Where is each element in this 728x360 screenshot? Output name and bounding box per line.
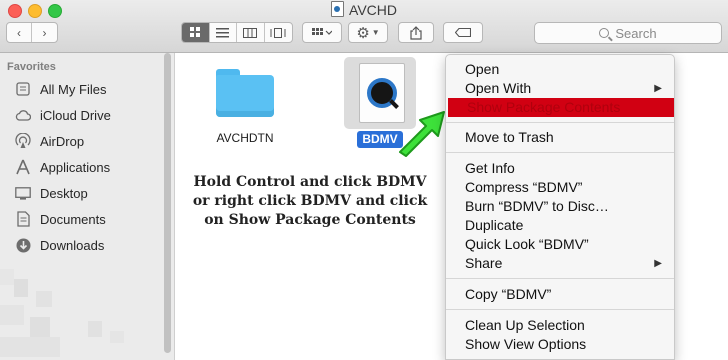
submenu-arrow-icon: ▶ [654,83,662,94]
menu-item-move-to-trash[interactable]: Move to Trash [446,128,674,147]
obscured-area [0,337,60,357]
arrange-button[interactable] [302,22,342,43]
menu-item-open[interactable]: Open [446,60,674,79]
obscured-area [0,305,24,325]
search-icon [599,28,610,38]
obscured-area [88,321,102,337]
instruction-line: Hold Control and click BDMV [193,174,427,190]
sidebar-item-label: Applications [40,159,111,175]
submenu-arrow-icon: ▶ [654,258,662,269]
obscured-area [30,317,50,337]
menu-item-copy[interactable]: Copy “BDMV” [446,285,674,304]
obscured-area [36,291,52,307]
chevron-down-icon: ▼ [371,28,380,37]
all-files-icon [15,81,31,97]
sidebar-item-all-my-files[interactable]: All My Files [0,77,160,101]
sidebar-scrollbar[interactable] [164,53,171,360]
sidebar-item-icloud-drive[interactable]: iCloud Drive [0,103,160,127]
obscured-area [110,331,124,343]
share-button[interactable] [398,22,434,43]
menu-item-get-info[interactable]: Get Info [446,159,674,178]
window-toolbar: AVCHD ‹ › ⚙ ▼ Search [0,0,728,53]
desktop-icon [15,185,31,201]
sidebar-scrollbar-thumb[interactable] [164,53,171,353]
file-name-avchdtn[interactable]: AVCHDTN [203,131,287,145]
search-placeholder: Search [615,25,657,41]
sidebar-item-label: iCloud Drive [40,107,111,123]
documents-icon [15,211,31,227]
green-arrow-icon [399,111,445,157]
list-view-button[interactable] [210,23,237,42]
instruction-line: on Show Package Contents [204,212,416,228]
gear-icon: ⚙ [356,24,370,42]
menu-item-quick-look[interactable]: Quick Look “BDMV” [446,235,674,254]
menu-item-show-package-contents[interactable]: Show Package Contents [448,98,674,117]
instruction-text: Hold Control and click BDMV or right cli… [190,173,430,230]
icon-view-icon [189,27,200,37]
forward-button[interactable]: › [32,23,57,42]
cloud-icon [15,107,31,123]
back-button[interactable]: ‹ [7,23,33,42]
sidebar-item-label: AirDrop [40,133,85,149]
view-mode-segment [181,22,293,43]
folder-icon[interactable] [216,69,274,117]
menu-separator [446,278,674,279]
sidebar-section-favorites: Favorites [7,61,56,73]
menu-item-open-with[interactable]: Open With ▶ [446,79,674,98]
sidebar-item-desktop[interactable]: Desktop [0,181,160,205]
cover-flow-view-button[interactable] [265,23,292,42]
share-icon [410,25,422,40]
window-title-bar: AVCHD [0,1,728,19]
menu-separator [446,309,674,310]
obscured-area [0,269,14,285]
sidebar-item-label: Desktop [40,185,88,201]
sidebar-item-documents[interactable]: Documents [0,207,160,231]
folder-proxy-icon[interactable] [331,1,345,17]
sidebar-item-label: Documents [40,211,106,227]
sidebar-item-downloads[interactable]: Downloads [0,233,160,257]
column-view-button[interactable] [237,23,265,42]
chevron-left-icon: ‹ [17,25,21,40]
sidebar: Favorites All My Files iCloud Drive AirD… [0,53,175,360]
icon-view-button[interactable] [182,23,210,42]
sidebar-item-airdrop[interactable]: AirDrop [0,129,160,153]
sidebar-item-label: All My Files [40,81,107,97]
airdrop-icon [15,133,31,149]
applications-icon [15,159,31,175]
menu-item-show-view-options[interactable]: Show View Options [446,335,674,354]
sidebar-item-label: Downloads [40,237,105,253]
cover-flow-icon [270,27,286,38]
column-view-icon [243,27,258,38]
chevron-right-icon: › [42,25,47,40]
menu-item-compress[interactable]: Compress “BDMV” [446,178,674,197]
menu-item-clean-up-selection[interactable]: Clean Up Selection [446,316,674,335]
obscured-area [14,279,28,297]
menu-item-burn-to-disc[interactable]: Burn “BDMV” to Disc… [446,197,674,216]
instruction-line: or right click BDMV and click [192,193,428,209]
list-view-icon [216,27,230,37]
sidebar-item-applications[interactable]: Applications [0,155,160,179]
tag-icon [455,28,471,37]
back-forward-group: ‹ › [6,22,58,43]
menu-separator [446,122,674,123]
menu-item-duplicate[interactable]: Duplicate [446,216,674,235]
downloads-icon [15,237,31,253]
arrange-grid-icon [312,27,332,35]
window-title: AVCHD [349,2,397,18]
action-menu-button[interactable]: ⚙ ▼ [348,22,388,43]
menu-separator [446,152,674,153]
context-menu: Open Open With ▶ Show Package Contents Mo… [445,54,675,360]
search-field[interactable]: Search [534,22,722,44]
menu-item-share[interactable]: Share ▶ [446,254,674,273]
edit-tags-button[interactable] [443,22,483,43]
